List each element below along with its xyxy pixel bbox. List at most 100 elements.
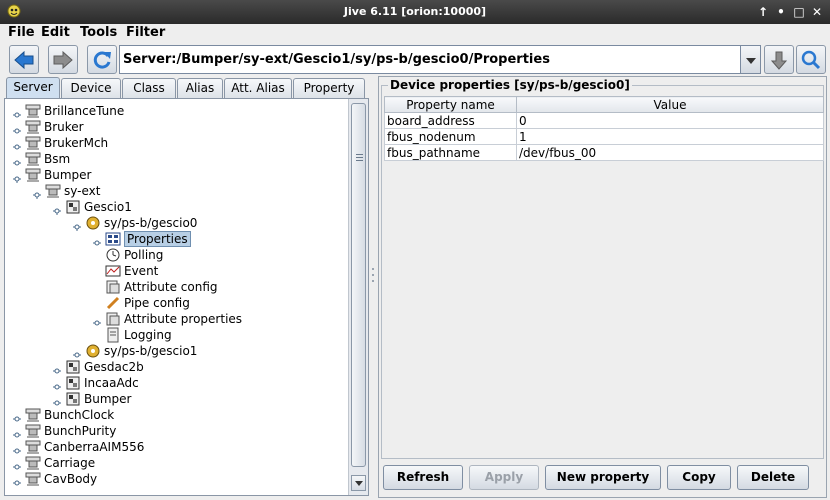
copy-button[interactable]: Copy: [667, 465, 731, 490]
menu-tools[interactable]: Tools: [78, 25, 119, 40]
class-icon: [65, 199, 81, 215]
tree-expanded-handle-icon[interactable]: [73, 220, 81, 231]
tab-att-alias[interactable]: Att. Alias: [224, 78, 292, 98]
tree-collapsed-handle-icon[interactable]: [13, 140, 21, 150]
tree-collapsed-handle-icon[interactable]: [73, 348, 81, 358]
server-icon: [25, 471, 41, 487]
tree-node-label: BrukerMch: [44, 136, 109, 150]
tree-node-label: Gescio1: [84, 200, 132, 214]
tree-node-label: BrillanceTune: [44, 104, 125, 118]
column-header-property-name[interactable]: Property name: [384, 96, 517, 113]
tree-node-label: Bumper: [44, 168, 92, 182]
tab-device[interactable]: Device: [61, 78, 121, 98]
tree-node-label: BunchPurity: [44, 424, 117, 438]
go-down-button[interactable]: [764, 45, 794, 74]
delete-button[interactable]: Delete: [737, 465, 809, 490]
forward-arrow-icon: [53, 50, 73, 70]
refresh-button[interactable]: Refresh: [383, 465, 463, 490]
tree-expanded-handle-icon[interactable]: [33, 188, 41, 199]
tree-node-label: Polling: [124, 248, 164, 262]
tree-node-label: Properties: [124, 231, 191, 247]
tab-class[interactable]: Class: [122, 78, 176, 98]
menu-filter[interactable]: Filter: [124, 25, 167, 40]
table-row[interactable]: board_address 0: [384, 112, 824, 129]
tree-node-label: IncaaAdc: [84, 376, 139, 390]
menu-file[interactable]: File: [6, 25, 37, 40]
tree-collapsed-handle-icon[interactable]: [13, 412, 21, 422]
column-header-value[interactable]: Value: [516, 96, 824, 113]
property-name-cell[interactable]: fbus_pathname: [384, 144, 517, 161]
pipe-icon: [105, 295, 121, 311]
path-input[interactable]: Server:/Bumper/sy-ext/Gescio1/sy/ps-b/ge…: [119, 45, 741, 74]
window-title: Jive 6.11 [orion:10000]: [343, 5, 487, 18]
tree-node-label: CavBody: [44, 472, 98, 486]
tree-collapsed-handle-icon[interactable]: [13, 476, 21, 486]
tree-node-label: Gesdac2b: [84, 360, 144, 374]
refresh-tree-button[interactable]: [87, 45, 117, 74]
tree-node-label: Bumper: [84, 392, 132, 406]
class-icon: [65, 375, 81, 391]
close-button[interactable]: ✕: [808, 3, 826, 21]
property-value-cell[interactable]: /dev/fbus_00: [516, 144, 824, 161]
tree-collapsed-handle-icon[interactable]: [93, 316, 101, 326]
tree-expanded-handle-icon[interactable]: [13, 172, 21, 183]
refresh-icon: [93, 51, 111, 69]
tree-collapsed-handle-icon[interactable]: [53, 364, 61, 374]
tab-property[interactable]: Property: [293, 78, 365, 98]
tree-collapsed-handle-icon[interactable]: [53, 396, 61, 406]
new-property-button[interactable]: New property: [545, 465, 661, 490]
server-icon: [25, 151, 41, 167]
attribute-icon: [105, 279, 121, 295]
forward-button[interactable]: [48, 45, 78, 74]
tab-server[interactable]: Server: [6, 77, 60, 98]
maximize-button[interactable]: □: [790, 3, 808, 21]
property-value-cell[interactable]: 0: [516, 112, 824, 129]
server-icon: [25, 135, 41, 151]
toolbar: Server:/Bumper/sy-ext/Gescio1/sy/ps-b/ge…: [0, 44, 830, 76]
keep-above-button[interactable]: ↑: [754, 3, 772, 21]
back-button[interactable]: [9, 45, 39, 74]
tree-node-label: Attribute config: [124, 280, 218, 294]
server-icon: [25, 439, 41, 455]
tree-expanded-handle-icon[interactable]: [53, 204, 61, 215]
server-icon: [25, 119, 41, 135]
tree-collapsed-handle-icon[interactable]: [13, 156, 21, 166]
tree-collapsed-handle-icon[interactable]: [13, 460, 21, 470]
tree-collapsed-handle-icon[interactable]: [53, 380, 61, 390]
search-button[interactable]: [796, 45, 826, 74]
property-value-cell[interactable]: 1: [516, 128, 824, 145]
menu-edit[interactable]: Edit: [39, 25, 72, 40]
tree-collapsed-handle-icon[interactable]: [13, 428, 21, 438]
tree-collapsed-handle-icon[interactable]: [13, 124, 21, 134]
apply-button[interactable]: Apply: [469, 465, 539, 490]
server-icon: [25, 455, 41, 471]
tab-bar: Server Device Class Alias Att. Alias Pro…: [4, 77, 369, 98]
property-name-cell[interactable]: fbus_nodenum: [384, 128, 517, 145]
scrollbar-thumb[interactable]: [351, 103, 366, 467]
split-pane-divider[interactable]: [371, 78, 375, 496]
property-name-cell[interactable]: board_address: [384, 112, 517, 129]
server-icon: [45, 183, 61, 199]
minimize-button[interactable]: •: [772, 3, 790, 21]
table-row[interactable]: fbus_pathname /dev/fbus_00: [384, 144, 824, 161]
tree-collapsed-handle-icon[interactable]: [13, 108, 21, 118]
tree-view[interactable]: BrillanceTune Bruker BrukerMch Bsm Bumper sy-…: [4, 98, 369, 496]
polling-icon: [105, 247, 121, 263]
down-arrow-icon: [770, 51, 788, 70]
tree-collapsed-handle-icon[interactable]: [13, 444, 21, 454]
scroll-down-button[interactable]: [351, 475, 366, 491]
tree-node-label: Bsm: [44, 152, 71, 166]
path-dropdown-button[interactable]: [741, 45, 761, 74]
tree-node-label: Attribute properties: [124, 312, 243, 326]
tree-node-label: Logging: [124, 328, 172, 342]
tree-scrollbar[interactable]: [348, 99, 368, 495]
tree-collapsed-handle-icon[interactable]: [93, 236, 101, 246]
class-icon: [65, 391, 81, 407]
tree-node-label: sy/ps-b/gescio0: [104, 216, 198, 230]
tab-alias[interactable]: Alias: [177, 78, 223, 98]
properties-table[interactable]: Property name Value board_address 0 fbus…: [384, 96, 824, 161]
table-row[interactable]: fbus_nodenum 1: [384, 128, 824, 145]
back-arrow-icon: [14, 50, 34, 70]
server-tree[interactable]: BrillanceTune Bruker BrukerMch Bsm Bumper sy-…: [5, 99, 348, 495]
server-icon: [25, 407, 41, 423]
